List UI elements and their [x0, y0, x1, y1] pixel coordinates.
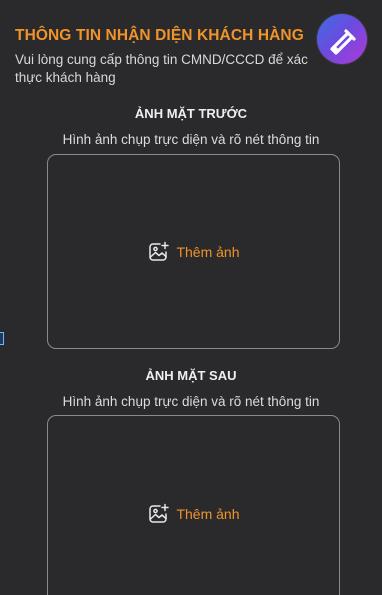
- front-add-photo-label: Thêm ảnh: [176, 243, 240, 260]
- pen-app-icon: [330, 29, 356, 55]
- add-photo-icon: [149, 503, 170, 523]
- front-add-photo-button[interactable]: Thêm ảnh: [147, 240, 240, 264]
- back-add-photo-label: Thêm ảnh: [176, 505, 240, 522]
- front-photo-upload[interactable]: Thêm ảnh: [47, 154, 340, 349]
- edge-handle[interactable]: [0, 332, 4, 345]
- back-section-heading: ẢNH MẶT SAU: [145, 368, 237, 383]
- page-subtitle: Vui lòng cung cấp thông tin CMND/CCCD để…: [15, 52, 308, 85]
- front-section-caption: Hình ảnh chụp trực diện và rõ nét thông …: [62, 132, 320, 147]
- back-add-photo-button[interactable]: Thêm ảnh: [147, 502, 240, 526]
- add-photo-icon: [149, 241, 170, 261]
- back-section-caption: Hình ảnh chụp trực diện và rõ nét thông …: [62, 394, 320, 409]
- page-title: THÔNG TIN NHẬN DIỆN KHÁCH HÀNG: [15, 27, 304, 44]
- front-section-heading: ẢNH MẶT TRƯỚC: [134, 106, 248, 121]
- back-photo-upload[interactable]: Thêm ảnh: [47, 415, 340, 595]
- floating-app-badge[interactable]: [317, 14, 367, 64]
